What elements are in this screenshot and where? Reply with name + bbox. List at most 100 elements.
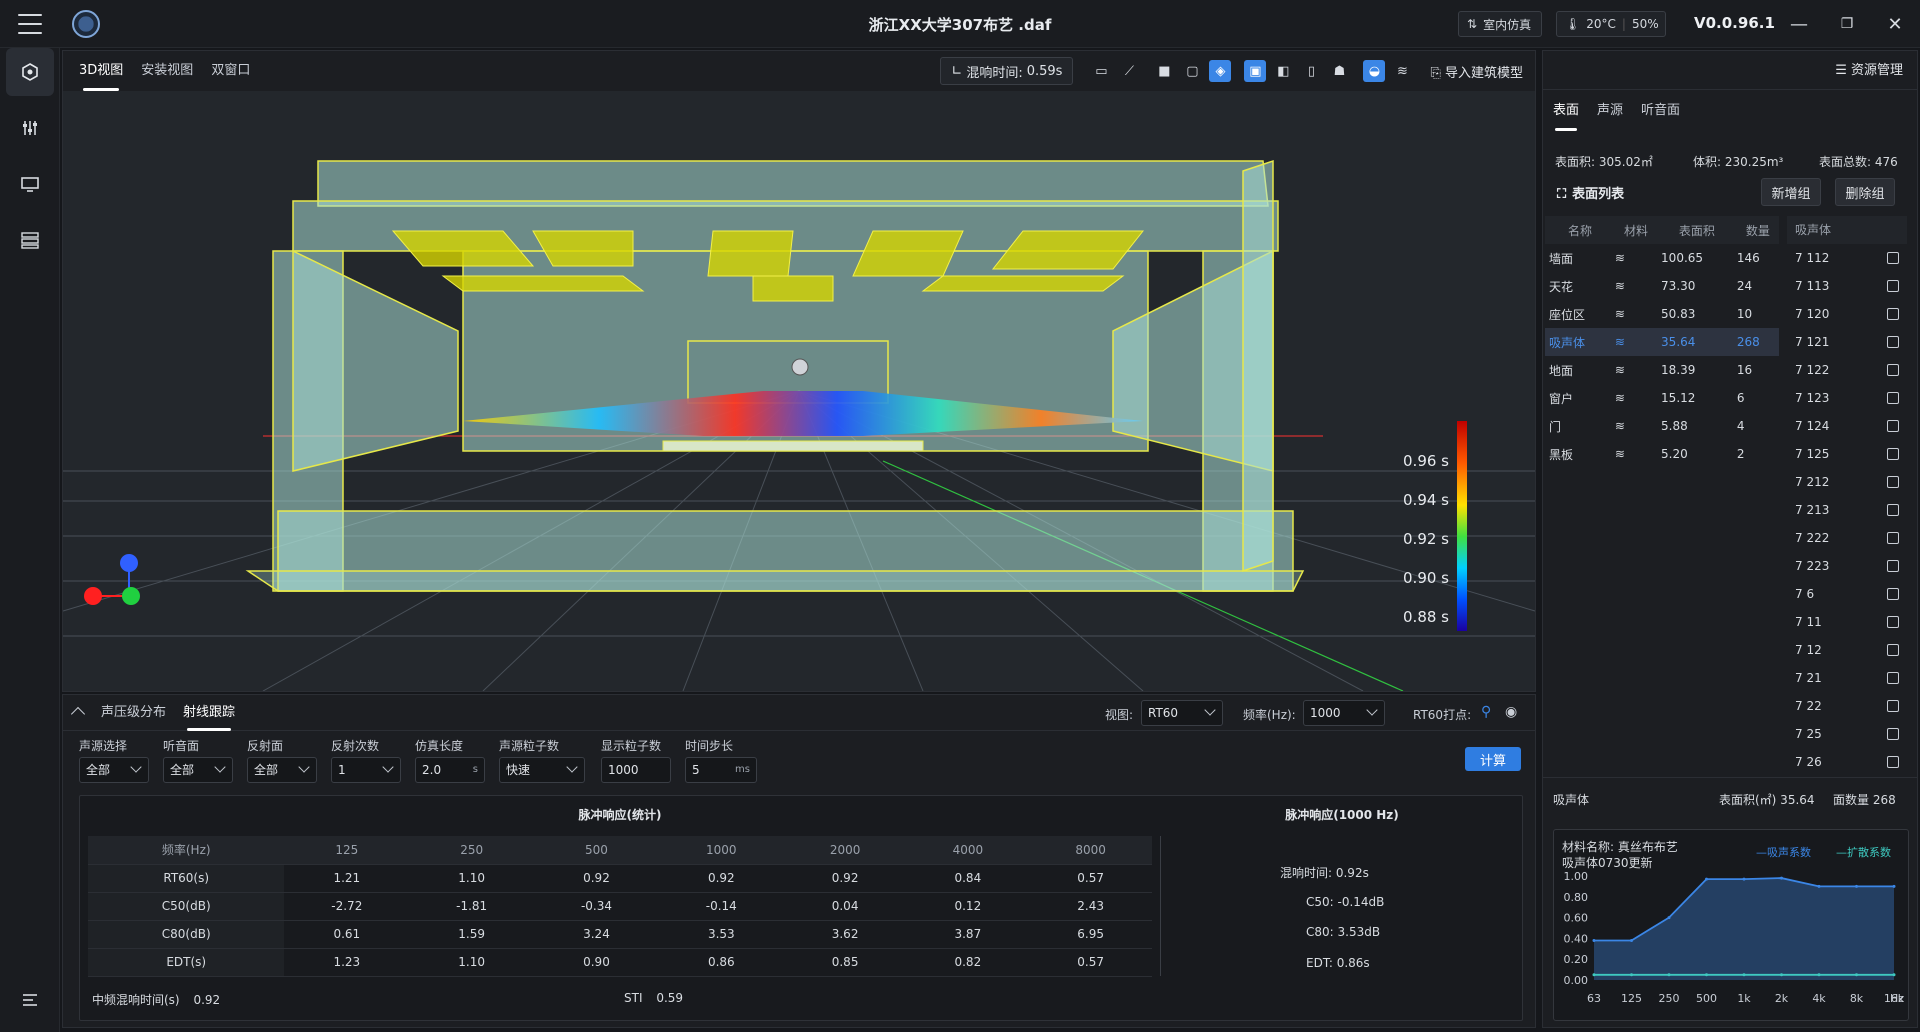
table-row[interactable]: 墙面 ≋ 100.65 146 <box>1545 244 1779 272</box>
tab-spl-distribution[interactable]: 声压级分布 <box>101 695 166 731</box>
list-item[interactable]: 7 213 <box>1787 496 1907 524</box>
freq-select[interactable]: 1000 <box>1303 700 1385 726</box>
eye-icon[interactable]: ◉ <box>1505 704 1517 720</box>
list-item[interactable]: 7 123 <box>1787 384 1907 412</box>
environment-chip[interactable]: 🌡 20°C | 50% <box>1556 11 1666 37</box>
grid-panel-icon[interactable] <box>6 216 54 264</box>
list-item[interactable]: 7 124 <box>1787 412 1907 440</box>
ruler-icon[interactable]: ▭ <box>1090 60 1112 82</box>
sim-length-input[interactable]: 2.0 s <box>415 757 485 783</box>
listen-select[interactable]: 全部 <box>163 757 233 783</box>
resource-manager-header[interactable]: ☰ 资源管理 <box>1835 59 1903 78</box>
reflect-count-select[interactable]: 1 <box>331 757 401 783</box>
list-item[interactable]: 7 212 <box>1787 468 1907 496</box>
front-view-icon[interactable]: ▣ <box>1244 60 1267 82</box>
minimize-icon[interactable]: — <box>1784 10 1814 38</box>
tab-sources[interactable]: 声源 <box>1597 91 1623 131</box>
export-icon[interactable] <box>1887 392 1899 404</box>
table-row[interactable]: 地面 ≋ 18.39 16 <box>1545 356 1779 384</box>
list-item[interactable]: 7 112 <box>1787 244 1907 272</box>
material-icon[interactable]: ≋ <box>1611 356 1657 384</box>
table-row[interactable]: 天花 ≋ 73.30 24 <box>1545 272 1779 300</box>
calculate-button[interactable]: 计算 <box>1465 747 1521 771</box>
export-icon[interactable] <box>1887 532 1899 544</box>
list-item[interactable]: 7 125 <box>1787 440 1907 468</box>
export-icon[interactable] <box>1887 476 1899 488</box>
material-icon[interactable]: ≋ <box>1611 272 1657 300</box>
export-icon[interactable] <box>1887 336 1899 348</box>
export-icon[interactable] <box>1887 756 1899 768</box>
sound-source-marker[interactable] <box>791 358 809 376</box>
export-icon[interactable] <box>1887 728 1899 740</box>
display-particles-input[interactable]: 1000 <box>601 757 671 783</box>
side-view-icon[interactable]: ◧ <box>1272 60 1294 82</box>
material-icon[interactable]: ≋ <box>1610 328 1658 356</box>
tab-install-view[interactable]: 安装视图 <box>141 51 193 91</box>
list-item[interactable]: 7 26 <box>1787 748 1907 776</box>
list-item[interactable]: 7 121 <box>1787 328 1907 356</box>
monitor-icon[interactable] <box>6 160 54 208</box>
particles-select[interactable]: 快速 <box>499 757 585 783</box>
ray-icon[interactable]: ⟋ <box>1118 60 1140 82</box>
table-row-selected[interactable]: 吸声体 ≋ 35.64 268 <box>1545 328 1779 356</box>
solid-cube-icon[interactable]: ■ <box>1153 60 1175 82</box>
table-row[interactable]: 座位区 ≋ 50.83 10 <box>1545 300 1779 328</box>
layer-icon[interactable]: ◒ <box>1363 60 1386 82</box>
list-item[interactable]: 7 12 <box>1787 636 1907 664</box>
source-select[interactable]: 全部 <box>79 757 149 783</box>
reflect-select[interactable]: 全部 <box>247 757 317 783</box>
close-icon[interactable]: ✕ <box>1880 10 1910 38</box>
list-item[interactable]: 7 222 <box>1787 524 1907 552</box>
list-item[interactable]: 7 113 <box>1787 272 1907 300</box>
speaker-icon[interactable]: ▯ <box>1300 60 1322 82</box>
list-item[interactable]: 7 122 <box>1787 356 1907 384</box>
table-row[interactable]: 黑板 ≋ 5.20 2 <box>1545 440 1779 468</box>
axis-gizmo[interactable] <box>84 554 140 605</box>
wire-cube-icon[interactable]: ▢ <box>1181 60 1203 82</box>
list-item[interactable]: 7 223 <box>1787 552 1907 580</box>
list-item[interactable]: 7 21 <box>1787 664 1907 692</box>
model-view-icon[interactable] <box>6 48 54 96</box>
export-icon[interactable] <box>1887 280 1899 292</box>
export-icon[interactable] <box>1887 364 1899 376</box>
list-item[interactable]: 7 25 <box>1787 720 1907 748</box>
import-model-button[interactable]: ⎘ 导入建筑模型 <box>1430 62 1523 81</box>
person-icon[interactable]: ☗ <box>1328 60 1350 82</box>
material-icon[interactable]: ≋ <box>1611 440 1657 468</box>
export-icon[interactable] <box>1887 560 1899 572</box>
export-icon[interactable] <box>1887 504 1899 516</box>
tab-surfaces[interactable]: 表面 <box>1553 91 1579 131</box>
export-icon[interactable] <box>1887 308 1899 320</box>
3d-scene[interactable]: 0.96 s 0.94 s 0.92 s 0.90 s 0.88 s <box>63 91 1535 691</box>
tab-ray-tracing[interactable]: 射线跟踪 <box>183 695 235 731</box>
export-icon[interactable] <box>1887 700 1899 712</box>
mode-chip[interactable]: ⇅ 室内仿真 <box>1458 11 1542 37</box>
export-icon[interactable] <box>1887 672 1899 684</box>
material-icon[interactable]: ≋ <box>1611 244 1657 272</box>
export-icon[interactable] <box>1887 420 1899 432</box>
pin-icon[interactable]: ⚲ <box>1481 704 1491 720</box>
adjust-sliders-icon[interactable] <box>6 104 54 152</box>
material-icon[interactable]: ≋ <box>1611 300 1657 328</box>
list-item[interactable]: 7 11 <box>1787 608 1907 636</box>
export-icon[interactable] <box>1887 252 1899 264</box>
table-row[interactable]: 窗户 ≋ 15.12 6 <box>1545 384 1779 412</box>
export-icon[interactable] <box>1887 616 1899 628</box>
collapse-menu-icon[interactable] <box>6 976 54 1024</box>
table-row[interactable]: 门 ≋ 5.88 4 <box>1545 412 1779 440</box>
time-step-input[interactable]: 5 ms <box>685 757 757 783</box>
export-icon[interactable] <box>1887 588 1899 600</box>
list-item[interactable]: 7 120 <box>1787 300 1907 328</box>
tab-listen-planes[interactable]: 听音面 <box>1641 91 1680 131</box>
transparent-cube-icon[interactable]: ◈ <box>1209 60 1232 82</box>
restore-icon[interactable]: ❐ <box>1832 10 1862 38</box>
view-select[interactable]: RT60 <box>1141 700 1223 726</box>
layers-stack-icon[interactable]: ≋ <box>1391 60 1413 82</box>
export-icon[interactable] <box>1887 448 1899 460</box>
material-icon[interactable]: ≋ <box>1611 384 1657 412</box>
collapse-chevron-icon[interactable] <box>70 706 86 722</box>
new-group-button[interactable]: 新增组 <box>1761 178 1821 206</box>
tab-dual-window[interactable]: 双窗口 <box>211 51 250 91</box>
material-icon[interactable]: ≋ <box>1611 412 1657 440</box>
tab-3d-view[interactable]: 3D视图 <box>79 51 123 91</box>
